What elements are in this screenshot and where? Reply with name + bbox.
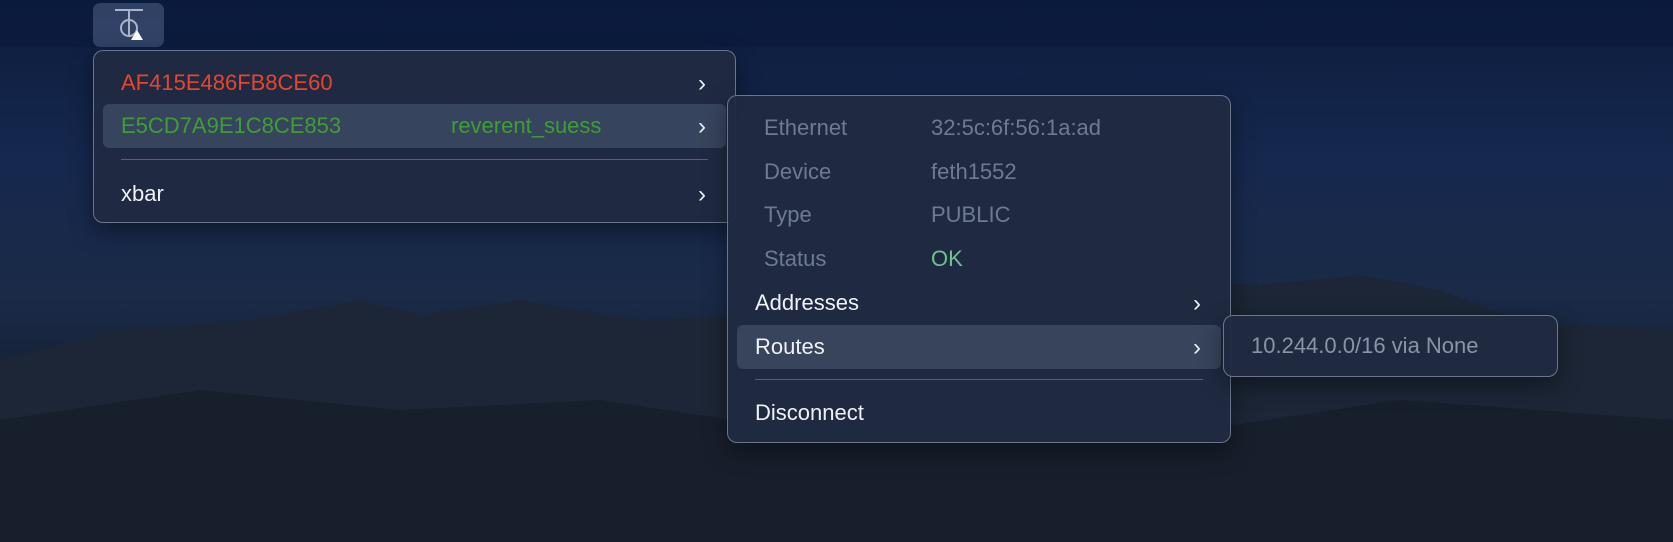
item-label: Addresses (755, 290, 859, 315)
xbar-tray-button[interactable] (93, 3, 164, 47)
separator (755, 379, 1203, 380)
item-label: Disconnect (755, 400, 864, 425)
info-value: PUBLIC (931, 202, 1011, 227)
info-device: Device feth1552 (737, 150, 1221, 194)
info-value: 32:5c:6f:56:1a:ad (931, 115, 1102, 140)
menu-bar (0, 0, 1673, 47)
info-type: Type PUBLIC (737, 193, 1221, 237)
route-label: 10.244.0.0/16 via None (1251, 333, 1479, 358)
chevron-right-icon: › (698, 181, 706, 208)
container-submenu: Ethernet 32:5c:6f:56:1a:ad Device feth1552… (727, 95, 1231, 443)
item-label: AF415E486FB8CE60 (121, 70, 333, 95)
menu-item-routes[interactable]: Routes › (737, 325, 1221, 369)
info-label: Type (764, 202, 812, 227)
menu-item-addresses[interactable]: Addresses › (737, 281, 1221, 325)
menu-item-e5cd7a9e1c8ce853[interactable]: E5CD7A9E1C8CE853 reverent_suess › (103, 104, 726, 148)
item-label: Routes (755, 334, 825, 359)
chevron-right-icon: › (1193, 290, 1201, 317)
chevron-right-icon: › (698, 113, 706, 140)
separator (121, 159, 708, 160)
status-value: OK (931, 246, 963, 271)
info-label: Status (764, 246, 827, 271)
item-label: xbar (121, 181, 164, 206)
chevron-right-icon: › (698, 70, 706, 97)
info-ethernet: Ethernet 32:5c:6f:56:1a:ad (737, 106, 1221, 150)
menu-item-af415e486fb8ce60[interactable]: AF415E486FB8CE60 › (103, 61, 726, 105)
chevron-right-icon: › (1193, 334, 1201, 361)
info-value: feth1552 (931, 159, 1017, 184)
routes-submenu: 10.244.0.0/16 via None (1223, 315, 1558, 377)
info-label: Device (764, 159, 832, 184)
item-container-name: reverent_suess (451, 113, 602, 138)
info-label: Ethernet (764, 115, 848, 140)
xbar-icon (114, 9, 143, 40)
main-menu: AF415E486FB8CE60 › E5CD7A9E1C8CE853 reve… (93, 50, 736, 223)
route-item[interactable]: 10.244.0.0/16 via None (1233, 324, 1548, 368)
menu-item-disconnect[interactable]: Disconnect (737, 391, 1221, 435)
menu-item-xbar[interactable]: xbar › (103, 172, 726, 216)
info-status: Status OK (737, 237, 1221, 281)
item-label: E5CD7A9E1C8CE853 (121, 113, 342, 138)
